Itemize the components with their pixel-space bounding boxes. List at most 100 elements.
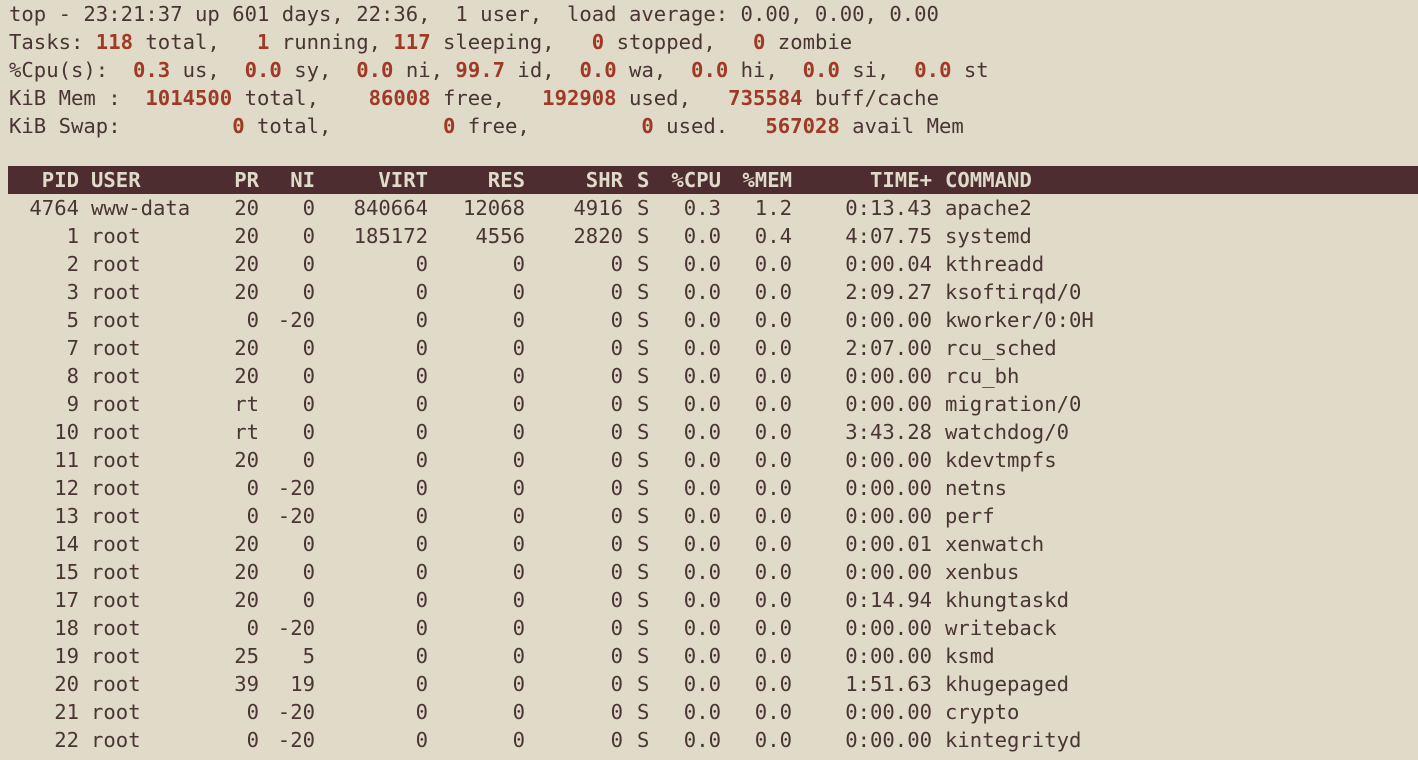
table-row[interactable]: 11 root 20 0 0 0 0 S 0.0 0.0 0:00.00 kdevtmpfs — [0, 446, 1418, 474]
cell-shr: 0 — [610, 308, 623, 332]
cell-state: S — [637, 532, 650, 556]
cell-pid: 12 — [54, 476, 79, 500]
cell-time: 0:00.00 — [845, 700, 932, 724]
cell-ni: 5 — [302, 644, 315, 668]
table-row[interactable]: 7 root 20 0 0 0 0 S 0.0 0.0 2:07.00 rcu_sched — [0, 334, 1418, 362]
cpu-id: 99.7 — [455, 58, 506, 82]
cell-pid: 17 — [54, 588, 79, 612]
mem-buff-label: buff/cache — [802, 86, 939, 110]
cell-mem: 0.0 — [754, 252, 792, 276]
cpu-wa-label: wa, — [616, 58, 692, 82]
cell-mem: 0.0 — [754, 728, 792, 752]
mem-total-label: total, — [232, 86, 369, 110]
col-ni[interactable]: NI — [259, 166, 315, 194]
terminal-window[interactable]: top - 23:21:37 up 601 days, 22:36, 1 use… — [0, 0, 1418, 760]
table-row[interactable]: 17 root 20 0 0 0 0 S 0.0 0.0 0:14.94 khungtaskd — [0, 586, 1418, 614]
table-row[interactable]: 21 root 0 -20 0 0 0 S 0.0 0.0 0:00.00 crypto — [0, 698, 1418, 726]
cell-time: 0:00.00 — [845, 644, 932, 668]
cell-pr: 20 — [234, 448, 259, 472]
col-cpu[interactable]: %CPU — [657, 166, 721, 194]
cell-res: 12068 — [463, 196, 525, 220]
cpu-ni-label: ni, — [393, 58, 456, 82]
cell-virt: 0 — [415, 448, 428, 472]
cell-state: S — [637, 224, 650, 248]
col-pr[interactable]: PR — [209, 166, 259, 194]
swap-label: KiB Swap: — [9, 114, 233, 138]
cell-virt: 185172 — [353, 224, 428, 248]
tasks-total-label: total, — [133, 30, 257, 54]
table-row[interactable]: 4764 www-data 20 0 840664 12068 4916 S 0.3 1.2 0:1… — [0, 194, 1418, 222]
cell-virt: 0 — [415, 252, 428, 276]
cell-state: S — [637, 476, 650, 500]
table-row[interactable]: 15 root 20 0 0 0 0 S 0.0 0.0 0:00.00 xenbus — [0, 558, 1418, 586]
cell-virt: 0 — [415, 560, 428, 584]
cell-pid: 4764 — [29, 196, 79, 220]
cell-time: 0:00.00 — [845, 616, 932, 640]
cell-command: apache2 — [945, 196, 1032, 220]
cell-res: 0 — [512, 252, 525, 276]
cell-pr: 20 — [234, 252, 259, 276]
cell-time: 3:43.28 — [845, 420, 932, 444]
table-row[interactable]: 3 root 20 0 0 0 0 S 0.0 0.0 2:09.27 ksoftirqd/0 — [0, 278, 1418, 306]
swap-total-label: total, — [244, 114, 443, 138]
table-row[interactable]: 12 root 0 -20 0 0 0 S 0.0 0.0 0:00.00 netns — [0, 474, 1418, 502]
cell-time: 0:00.00 — [845, 728, 932, 752]
cell-pid: 21 — [54, 700, 79, 724]
table-row[interactable]: 18 root 0 -20 0 0 0 S 0.0 0.0 0:00.00 writeback — [0, 614, 1418, 642]
cpu-sy-label: sy, — [281, 58, 357, 82]
cell-shr: 0 — [610, 532, 623, 556]
cell-pid: 10 — [54, 420, 79, 444]
cell-mem: 0.0 — [754, 280, 792, 304]
table-row[interactable]: 20 root 39 19 0 0 0 S 0.0 0.0 1:51.63 khugepaged — [0, 670, 1418, 698]
clock-time: 23:21:37 — [83, 2, 183, 26]
cell-pr: rt — [234, 392, 259, 416]
cell-cpu: 0.0 — [683, 392, 721, 416]
table-row[interactable]: 1 root 20 0 185172 4556 2820 S 0.0 0.4 4:07.75 syst… — [0, 222, 1418, 250]
cell-pr: 20 — [234, 224, 259, 248]
col-pid[interactable]: PID — [8, 166, 79, 194]
table-row[interactable]: 5 root 0 -20 0 0 0 S 0.0 0.0 0:00.00 kworker/0:0H — [0, 306, 1418, 334]
cpu-st-label: st — [951, 58, 989, 82]
col-command[interactable]: COMMAND — [945, 166, 1145, 194]
cpu-si-label: si, — [839, 58, 915, 82]
col-shr[interactable]: SHR — [525, 166, 623, 194]
cell-time: 0:13.43 — [845, 196, 932, 220]
cell-cpu: 0.0 — [683, 280, 721, 304]
cell-pid: 18 — [54, 616, 79, 640]
cell-pr: 0 — [246, 728, 259, 752]
tasks-total: 118 — [95, 30, 133, 54]
cell-ni: 0 — [302, 336, 315, 360]
table-row[interactable]: 10 root rt 0 0 0 0 S 0.0 0.0 3:43.28 watchdog/0 — [0, 418, 1418, 446]
cell-pr: 0 — [246, 616, 259, 640]
cell-command: rcu_bh — [945, 364, 1020, 388]
cell-virt: 0 — [415, 532, 428, 556]
col-time[interactable]: TIME+ — [792, 166, 932, 194]
cell-shr: 0 — [610, 728, 623, 752]
col-virt[interactable]: VIRT — [315, 166, 428, 194]
cell-virt: 0 — [415, 336, 428, 360]
cell-pid: 19 — [54, 644, 79, 668]
cell-pid: 2 — [66, 252, 79, 276]
col-res[interactable]: RES — [428, 166, 525, 194]
cell-command: xenbus — [945, 560, 1020, 584]
tasks-sleeping-label: sleeping, — [430, 30, 592, 54]
cell-command: systemd — [945, 224, 1032, 248]
cell-mem: 1.2 — [754, 196, 792, 220]
table-row[interactable]: 8 root 20 0 0 0 0 S 0.0 0.0 0:00.00 rcu_bh — [0, 362, 1418, 390]
table-row[interactable]: 22 root 0 -20 0 0 0 S 0.0 0.0 0:00.00 kintegrityd — [0, 726, 1418, 754]
table-row[interactable]: 19 root 25 5 0 0 0 S 0.0 0.0 0:00.00 ksmd — [0, 642, 1418, 670]
mem-buff-cache: 735584 — [728, 86, 803, 110]
col-state[interactable]: S — [637, 166, 657, 194]
cell-pr: rt — [234, 420, 259, 444]
cell-shr: 0 — [610, 280, 623, 304]
cell-time: 0:00.00 — [845, 476, 932, 500]
cell-command: watchdog/0 — [945, 420, 1069, 444]
table-row[interactable]: 14 root 20 0 0 0 0 S 0.0 0.0 0:00.01 xenwatch — [0, 530, 1418, 558]
swap-free-label: free, — [455, 114, 642, 138]
table-row[interactable]: 13 root 0 -20 0 0 0 S 0.0 0.0 0:00.00 perf — [0, 502, 1418, 530]
cell-res: 0 — [512, 700, 525, 724]
col-mem[interactable]: %MEM — [721, 166, 792, 194]
table-row[interactable]: 2 root 20 0 0 0 0 S 0.0 0.0 0:00.04 kthreadd — [0, 250, 1418, 278]
tasks-zombie-label: zombie — [765, 30, 853, 54]
table-row[interactable]: 9 root rt 0 0 0 0 S 0.0 0.0 0:00.00 migration/0 — [0, 390, 1418, 418]
